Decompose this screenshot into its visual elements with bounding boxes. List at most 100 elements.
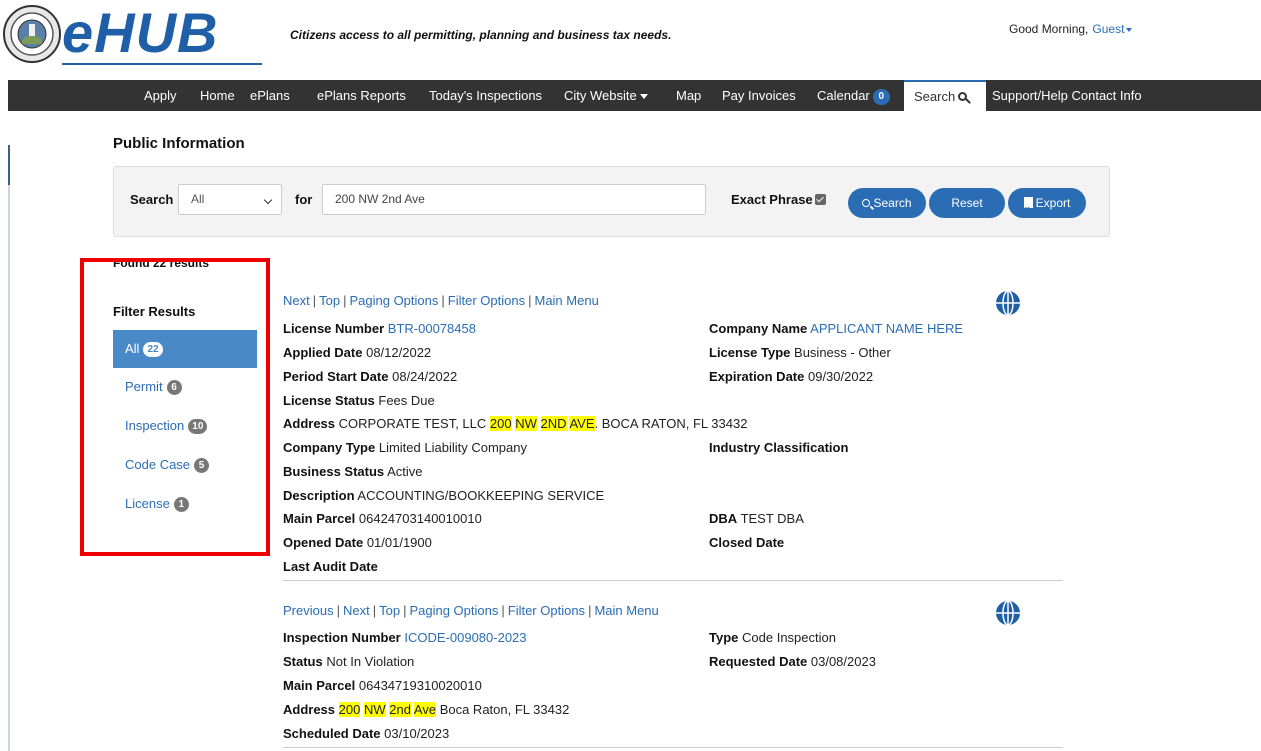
business-status-row: Business Status Active (283, 464, 422, 479)
license-number-link[interactable]: BTR-00078458 (388, 321, 476, 336)
field-value: 03/10/2023 (384, 726, 450, 741)
city-seal-icon[interactable] (2, 4, 62, 64)
search-highlight: 200 (338, 702, 361, 717)
link-previous[interactable]: Previous (283, 603, 334, 618)
field-label: Last Audit Date (283, 559, 378, 574)
company-name-row: Company Name APPLICANT NAME HERE (709, 321, 963, 336)
license-number-row: License Number BTR-00078458 (283, 321, 476, 336)
field-label: Company Type (283, 440, 376, 455)
chevron-down-icon (263, 195, 273, 205)
company-type-row: Company Type Limited Liability Company (283, 440, 527, 455)
field-value: CORPORATE TEST, LLC (338, 416, 487, 431)
nav-apply[interactable]: Apply (144, 80, 177, 111)
field-label: License Type (709, 345, 791, 360)
result-divider (283, 747, 1063, 748)
field-label: Business Status (283, 464, 385, 479)
field-value: 01/01/1900 (366, 535, 432, 550)
field-value: 08/24/2022 (392, 369, 458, 384)
nav-map[interactable]: Map (676, 80, 701, 111)
search-icon (862, 198, 871, 207)
field-value: ACCOUNTING/BOOKKEEPING SERVICE (357, 488, 605, 503)
field-label: Address (283, 702, 336, 717)
nav-todays-inspections[interactable]: Today's Inspections (429, 80, 542, 111)
nav-home[interactable]: Home (200, 80, 235, 111)
dba-row: DBA TEST DBA (709, 511, 804, 526)
globe-icon[interactable] (995, 600, 1021, 626)
address-row: Address 200 NW 2nd Ave Boca Raton, FL 33… (283, 702, 569, 717)
search-button[interactable]: Search (848, 188, 926, 218)
export-button[interactable]: Export (1008, 188, 1086, 224)
exact-phrase[interactable]: Exact Phrase (731, 192, 826, 207)
nav-search[interactable]: Search (904, 80, 986, 111)
nav-search-label: Search (914, 89, 956, 104)
field-value: 06434719310020010 (358, 678, 482, 693)
search-panel: Search All for 200 NW 2nd Ave Exact Phra… (113, 166, 1110, 237)
license-type-row: License Type Business - Other (709, 345, 891, 360)
field-value: Limited Liability Company (378, 440, 527, 455)
field-label: License Number (283, 321, 385, 336)
caret-down-icon (1126, 27, 1133, 32)
link-filter-options[interactable]: Filter Options (508, 603, 585, 618)
excel-icon (1023, 194, 1033, 224)
period-start-row: Period Start Date 08/24/2022 (283, 369, 457, 384)
user-name: Guest (1092, 22, 1125, 36)
field-value: Not In Violation (326, 654, 415, 669)
field-label: Description (283, 488, 355, 503)
nav-pay-invoices[interactable]: Pay Invoices (722, 80, 796, 111)
search-scope-select[interactable]: All (178, 184, 282, 215)
link-paging-options[interactable]: Paging Options (349, 293, 438, 308)
company-name-link[interactable]: APPLICANT NAME HERE (810, 321, 963, 336)
calendar-count-badge: 0 (872, 88, 890, 105)
search-highlight: AVE (569, 416, 595, 431)
search-highlight: NW (515, 416, 537, 431)
license-status-row: License Status Fees Due (283, 393, 435, 408)
reset-button-label: Reset (951, 196, 983, 210)
link-next[interactable]: Next (343, 603, 370, 618)
result-nav-links: Next | Top | Paging Options | Filter Options | M… (283, 293, 599, 308)
header: eHUB Citizens access to all permitting, … (0, 0, 1261, 80)
field-value: Business - Other (794, 345, 891, 360)
left-border-accent (8, 145, 10, 185)
link-top[interactable]: Top (379, 603, 400, 618)
requested-date-row: Requested Date 03/08/2023 (709, 654, 876, 669)
search-input[interactable]: 200 NW 2nd Ave (322, 184, 706, 215)
search-highlight: 200 (489, 416, 512, 431)
link-paging-options[interactable]: Paging Options (409, 603, 498, 618)
left-border (8, 145, 10, 751)
link-main-menu[interactable]: Main Menu (534, 293, 598, 308)
field-label: Status (283, 654, 323, 669)
field-label: Closed Date (709, 535, 785, 550)
field-label: Main Parcel (283, 678, 356, 693)
logo-underline (62, 63, 262, 65)
link-top[interactable]: Top (319, 293, 340, 308)
nav-eplans-reports[interactable]: ePlans Reports (317, 80, 406, 111)
ehub-logo[interactable]: eHUB (62, 0, 218, 65)
field-label: License Status (283, 393, 375, 408)
main-nav: Apply Home ePlans ePlans Reports Today's… (8, 80, 1261, 111)
globe-icon[interactable] (995, 290, 1021, 316)
status-row: Status Not In Violation (283, 654, 414, 669)
user-menu[interactable]: Guest (1092, 22, 1133, 36)
field-value: . BOCA RATON, FL 33432 (594, 416, 748, 431)
search-highlight: NW (363, 702, 386, 717)
opened-date-row: Opened Date 01/01/1900 (283, 535, 432, 550)
tagline: Citizens access to all permitting, plann… (290, 28, 672, 42)
nav-city-website[interactable]: City Website (564, 80, 648, 111)
exact-phrase-checkbox[interactable] (814, 194, 826, 206)
inspection-number-link[interactable]: ICODE-009080-2023 (404, 630, 526, 645)
expiration-row: Expiration Date 09/30/2022 (709, 369, 873, 384)
nav-calendar[interactable]: Calendar 0 (817, 80, 890, 111)
search-highlight: 2nd (389, 702, 411, 717)
link-next[interactable]: Next (283, 293, 310, 308)
for-label: for (295, 192, 313, 207)
link-filter-options[interactable]: Filter Options (448, 293, 525, 308)
main-parcel-row: Main Parcel 06424703140010010 (283, 511, 482, 526)
last-audit-row: Last Audit Date (283, 559, 378, 574)
export-button-label: Export (1035, 196, 1071, 210)
nav-eplans[interactable]: ePlans (250, 80, 290, 111)
nav-support-help[interactable]: Support/Help Contact Info (992, 80, 1142, 111)
reset-button[interactable]: Reset (929, 188, 1005, 218)
closed-date-row: Closed Date (709, 535, 784, 550)
field-value: Code Inspection (742, 630, 836, 645)
link-main-menu[interactable]: Main Menu (594, 603, 658, 618)
